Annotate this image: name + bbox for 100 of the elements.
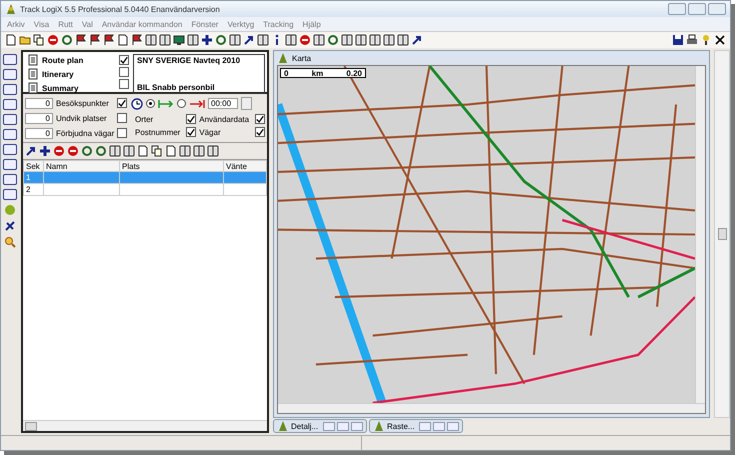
panel-button[interactable] xyxy=(3,159,17,170)
document-icon[interactable] xyxy=(165,145,177,157)
column-header[interactable]: Vänte xyxy=(224,160,266,172)
save-icon[interactable] xyxy=(672,34,684,46)
stop-icon[interactable] xyxy=(299,34,311,46)
grid-icon[interactable] xyxy=(229,34,241,46)
checkbox[interactable] xyxy=(119,55,129,65)
grid-icon[interactable] xyxy=(179,145,191,157)
copy-icon[interactable] xyxy=(33,34,45,46)
vertical-scrollbar[interactable] xyxy=(714,50,730,418)
grid-icon[interactable] xyxy=(383,34,395,46)
checkbox[interactable] xyxy=(255,114,265,124)
panel-button[interactable] xyxy=(3,174,17,185)
folder-icon[interactable] xyxy=(19,34,31,46)
menu-item[interactable]: Arkiv xyxy=(7,20,25,28)
clock-icon[interactable] xyxy=(131,98,143,110)
report-item[interactable]: Summary xyxy=(42,84,78,92)
grid-icon[interactable] xyxy=(355,34,367,46)
report-item[interactable]: Itinerary xyxy=(42,70,74,78)
menu-item[interactable]: Val xyxy=(82,20,93,28)
menu-item[interactable]: Visa xyxy=(34,20,50,28)
checkbox[interactable] xyxy=(117,113,127,123)
menu-item[interactable]: Tracking xyxy=(263,20,294,28)
flag-icon[interactable] xyxy=(131,34,143,46)
monitor-icon[interactable] xyxy=(173,34,185,46)
print-icon[interactable] xyxy=(686,34,698,46)
panel-button[interactable] xyxy=(3,189,17,200)
grid-icon[interactable] xyxy=(369,34,381,46)
panel-button[interactable] xyxy=(3,54,17,65)
checkbox[interactable] xyxy=(119,79,129,89)
column-header[interactable]: Namn xyxy=(44,160,120,172)
vertical-scrollbar[interactable] xyxy=(695,66,705,403)
help-icon[interactable] xyxy=(700,34,712,46)
plus-icon[interactable] xyxy=(201,34,213,46)
ring-icon[interactable] xyxy=(61,34,73,46)
menu-item[interactable]: Användar kommandon xyxy=(102,20,182,28)
table-cell: 1 xyxy=(24,172,44,184)
checkbox[interactable] xyxy=(119,67,129,77)
menu-item[interactable]: Fönster xyxy=(191,20,218,28)
radio-button[interactable] xyxy=(177,99,186,108)
radio-button[interactable] xyxy=(146,99,155,108)
flag-icon[interactable] xyxy=(75,34,87,46)
menu-item[interactable]: Verktyg xyxy=(227,20,254,28)
menu-item[interactable]: Hjälp xyxy=(302,20,321,28)
ring-icon[interactable] xyxy=(95,145,107,157)
panel-button[interactable] xyxy=(3,129,17,140)
document-icon xyxy=(27,68,39,80)
ring-icon[interactable] xyxy=(81,145,93,157)
grid-icon[interactable] xyxy=(341,34,353,46)
grid-icon[interactable] xyxy=(257,34,269,46)
column-header[interactable]: Plats xyxy=(120,160,224,172)
panel-button[interactable] xyxy=(3,84,17,95)
column-header[interactable]: Sek xyxy=(24,160,44,172)
copy-icon[interactable] xyxy=(151,145,163,157)
checkbox[interactable] xyxy=(186,114,196,124)
grid-icon[interactable] xyxy=(159,34,171,46)
table-cell: 2 xyxy=(24,184,44,196)
stop-icon[interactable] xyxy=(47,34,59,46)
grid-icon[interactable] xyxy=(207,145,219,157)
document-icon[interactable] xyxy=(5,34,17,46)
count-field[interactable]: 0 xyxy=(25,128,53,138)
checkbox[interactable] xyxy=(255,127,265,137)
grid-icon[interactable] xyxy=(187,34,199,46)
arrow-icon[interactable] xyxy=(25,145,37,157)
panel-button[interactable] xyxy=(3,99,17,110)
checkbox[interactable] xyxy=(117,98,127,108)
app-logo-icon xyxy=(5,3,17,15)
count-field[interactable]: 0 xyxy=(25,98,53,108)
close-icon[interactable] xyxy=(714,34,726,46)
time-field[interactable]: 00:00 xyxy=(208,98,238,109)
checkbox[interactable] xyxy=(186,127,196,137)
horizontal-scrollbar[interactable] xyxy=(278,403,705,413)
grid-icon[interactable] xyxy=(313,34,325,46)
panel-button[interactable] xyxy=(3,144,17,155)
grid-icon[interactable] xyxy=(123,145,135,157)
grid-icon[interactable] xyxy=(285,34,297,46)
flag-icon[interactable] xyxy=(103,34,115,46)
arrow-icon[interactable] xyxy=(243,34,255,46)
search-icon[interactable] xyxy=(4,236,16,248)
stop-icon[interactable] xyxy=(53,145,65,157)
checkbox[interactable] xyxy=(117,128,127,138)
arrow-icon[interactable] xyxy=(411,34,423,46)
ring-icon[interactable] xyxy=(215,34,227,46)
report-item[interactable]: Route plan xyxy=(42,56,84,64)
grid-icon[interactable] xyxy=(193,145,205,157)
grid-icon[interactable] xyxy=(397,34,409,46)
flag-icon[interactable] xyxy=(89,34,101,46)
panel-button[interactable] xyxy=(3,69,17,80)
document-icon[interactable] xyxy=(117,34,129,46)
plus-icon[interactable] xyxy=(39,145,51,157)
stop-icon[interactable] xyxy=(67,145,79,157)
menu-item[interactable]: Rutt xyxy=(58,20,73,28)
ring-icon[interactable] xyxy=(327,34,339,46)
grid-icon[interactable] xyxy=(145,34,157,46)
count-field[interactable]: 0 xyxy=(25,112,53,124)
table-row[interactable]: 2 xyxy=(24,184,266,196)
panel-button[interactable] xyxy=(3,114,17,125)
grid-icon[interactable] xyxy=(109,145,121,157)
horizontal-scrollbar[interactable] xyxy=(23,420,267,431)
document-icon[interactable] xyxy=(137,145,149,157)
